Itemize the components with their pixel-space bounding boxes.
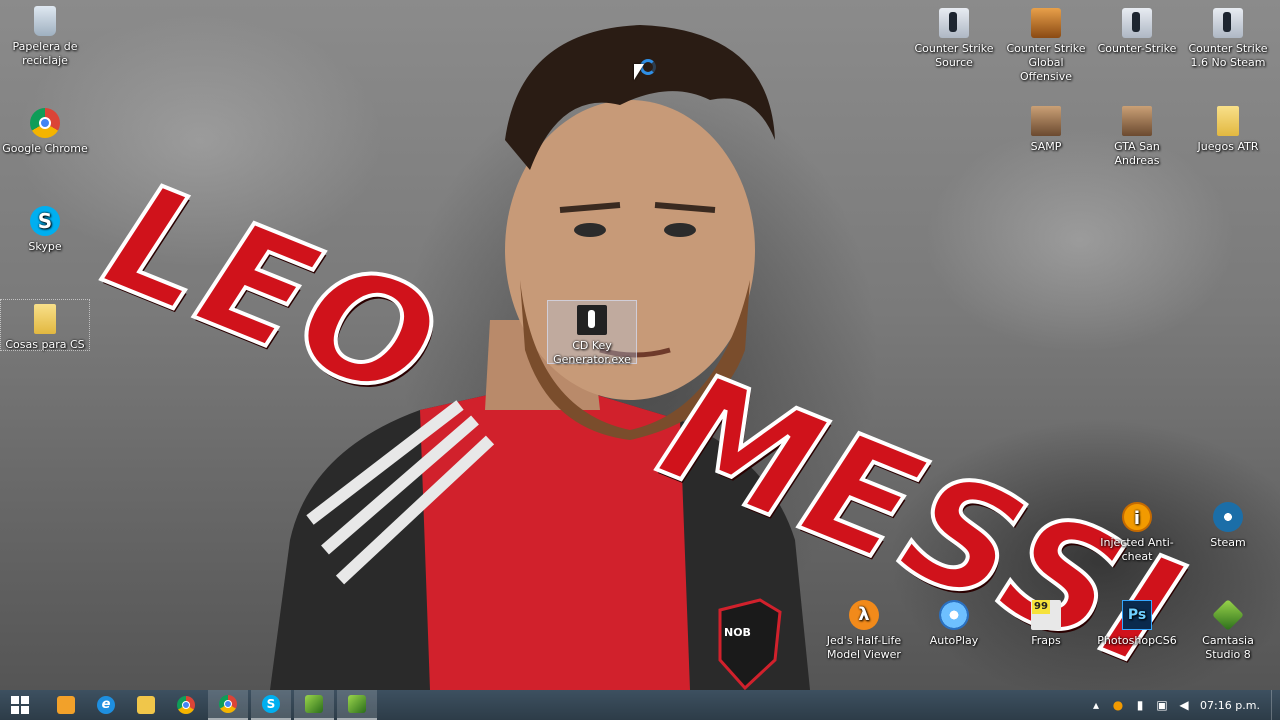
skype-icon: S — [262, 695, 280, 713]
chrome-icon — [30, 108, 60, 138]
desktop-icon-skype[interactable]: S Skype — [1, 202, 89, 254]
desktop-icon-cs16[interactable]: Counter Strike 1.6 No Steam — [1184, 4, 1272, 70]
system-tray: ▴ ● ▮ ▣ ◀ 07:16 p.m. — [1085, 690, 1280, 720]
desktop-icon-cs-source[interactable]: Counter Strike Source — [910, 4, 998, 70]
desktop-icon-photoshop[interactable]: Ps PhotoshopCS6 — [1093, 596, 1181, 648]
icon-label: CD Key Generator.exe — [553, 339, 631, 366]
desktop-icon-steam[interactable]: Steam — [1184, 498, 1272, 550]
counter-strike-16-icon — [1213, 8, 1243, 38]
folder-icon — [34, 304, 56, 334]
shirt-badge-text: NOB — [724, 626, 751, 639]
icon-label: AutoPlay — [929, 634, 979, 647]
icon-label: GTA San Andreas — [1114, 140, 1160, 167]
mouse-cursor-icon — [634, 64, 644, 80]
taskbar: e S ▴ ● ▮ ▣ ◀ 07:16 p.m. — [0, 690, 1280, 720]
desktop-icon-csgo[interactable]: Counter Strike Global Offensive — [1002, 4, 1090, 84]
desktop-icon-counter-strike[interactable]: Counter-Strike — [1093, 4, 1181, 56]
counter-strike-source-icon — [939, 8, 969, 38]
desktop-icon-camtasia[interactable]: Camtasia Studio 8 — [1184, 596, 1272, 662]
taskbar-internet-explorer[interactable]: e — [86, 690, 126, 720]
icon-label: Jed's Half-Life Model Viewer — [826, 634, 902, 661]
taskbar-chrome-pinned[interactable] — [166, 690, 206, 720]
icon-label: Camtasia Studio 8 — [1202, 634, 1254, 661]
chrome-icon — [219, 695, 237, 713]
show-desktop-button[interactable] — [1271, 690, 1280, 720]
steam-icon — [1213, 502, 1243, 532]
info-icon: i — [1122, 502, 1152, 532]
icon-label: PhotoshopCS6 — [1097, 634, 1177, 647]
icon-label: Juegos ATR — [1197, 140, 1259, 153]
taskbar-camtasia-2[interactable] — [337, 690, 377, 720]
volume-icon[interactable]: ◀ — [1173, 698, 1195, 712]
camtasia-icon — [348, 695, 366, 713]
media-player-icon — [57, 696, 75, 714]
desktop-icon-cd-key-generator[interactable]: CD Key Generator.exe — [547, 300, 637, 366]
taskbar-camtasia-1[interactable] — [294, 690, 334, 720]
counter-strike-icon — [1122, 8, 1152, 38]
fraps-icon — [1031, 600, 1061, 630]
desktop-icon-autoplay[interactable]: AutoPlay — [910, 596, 998, 648]
camtasia-icon — [1212, 599, 1244, 631]
icon-label: Counter Strike Source — [914, 42, 994, 69]
photoshop-icon: Ps — [1122, 600, 1152, 630]
icon-label: Cosas para CS — [5, 338, 85, 351]
anticheat-icon[interactable]: ● — [1107, 698, 1129, 712]
desktop-icon-samp[interactable]: SAMP — [1002, 102, 1090, 154]
desktop-icon-injected-anticheat[interactable]: i Injected Anti-cheat — [1093, 498, 1181, 564]
icon-label: Google Chrome — [2, 142, 88, 155]
camtasia-icon — [305, 695, 323, 713]
autoplay-disc-icon — [939, 600, 969, 630]
desktop-icon-recycle-bin[interactable]: Papelera de reciclaje — [1, 2, 89, 68]
skype-icon: S — [30, 206, 60, 236]
desktop-icon-cosas-para-cs[interactable]: Cosas para CS — [0, 299, 90, 351]
desktop-icon-hl-model-viewer[interactable]: λ Jed's Half-Life Model Viewer — [820, 596, 908, 662]
windows-logo-icon — [11, 696, 29, 714]
icon-label: Counter-Strike — [1097, 42, 1177, 55]
recycle-bin-icon — [34, 6, 56, 36]
samp-icon — [1031, 106, 1061, 136]
icon-label: Counter Strike Global Offensive — [1006, 42, 1086, 83]
folder-icon — [137, 696, 155, 714]
signal-icon[interactable]: ▮ — [1129, 698, 1151, 712]
icon-label: SAMP — [1030, 140, 1062, 153]
chrome-icon — [177, 696, 195, 714]
gta-san-andreas-icon — [1122, 106, 1152, 136]
taskbar-file-explorer[interactable] — [126, 690, 166, 720]
folder-icon — [1217, 106, 1239, 136]
taskbar-chrome-running[interactable] — [208, 690, 248, 720]
icon-label: Counter Strike 1.6 No Steam — [1188, 42, 1268, 69]
icon-label: Fraps — [1031, 634, 1061, 647]
icon-label: Papelera de reciclaje — [12, 40, 78, 67]
internet-explorer-icon: e — [97, 696, 115, 714]
icon-label: Skype — [28, 240, 62, 253]
desktop-icon-fraps[interactable]: Fraps — [1002, 596, 1090, 648]
csgo-icon — [1031, 8, 1061, 38]
chevron-up-icon[interactable]: ▴ — [1085, 698, 1107, 712]
network-icon[interactable]: ▣ — [1151, 698, 1173, 712]
icon-label: Steam — [1210, 536, 1246, 549]
desktop-icon-gta-san-andreas[interactable]: GTA San Andreas — [1093, 102, 1181, 168]
desktop-icon-juegos-atr[interactable]: Juegos ATR — [1184, 102, 1272, 154]
icon-label: Injected Anti-cheat — [1100, 536, 1174, 563]
start-button[interactable] — [0, 690, 40, 720]
cd-key-generator-icon — [577, 305, 607, 335]
taskbar-media-player[interactable] — [46, 690, 86, 720]
taskbar-clock[interactable]: 07:16 p.m. — [1195, 699, 1265, 712]
half-life-icon: λ — [849, 600, 879, 630]
desktop-icon-google-chrome[interactable]: Google Chrome — [1, 104, 89, 156]
taskbar-skype-running[interactable]: S — [251, 690, 291, 720]
